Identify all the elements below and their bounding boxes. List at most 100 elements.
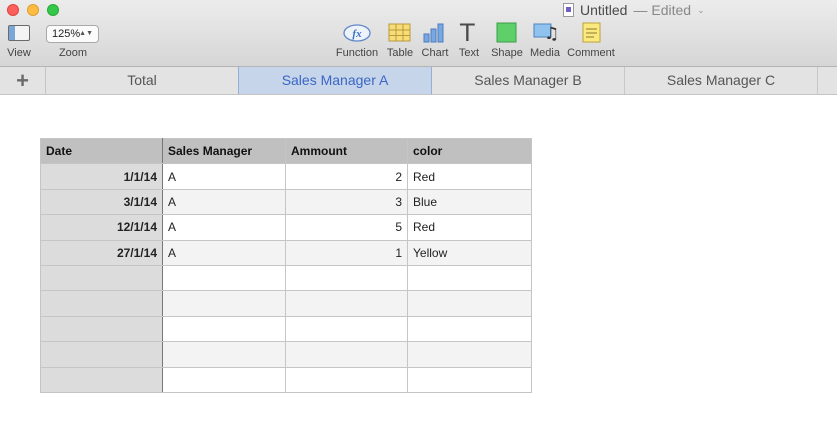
column-header-date[interactable]: Date: [40, 137, 163, 165]
cell-date[interactable]: 27/1/14: [40, 239, 163, 266]
cell-date[interactable]: [40, 290, 163, 317]
shape-label: Shape: [491, 47, 523, 59]
column-header-amount[interactable]: Ammount: [285, 137, 408, 165]
column-header-sales-manager[interactable]: Sales Manager: [162, 137, 286, 165]
cell-date[interactable]: [40, 366, 163, 393]
minimize-window-button[interactable]: [27, 4, 39, 16]
tab-sales-manager-b[interactable]: Sales Manager B: [432, 67, 625, 94]
cell-date[interactable]: 12/1/14: [40, 214, 163, 241]
media-label: Media: [530, 47, 560, 59]
chart-icon: [423, 23, 444, 43]
comment-label: Comment: [567, 47, 615, 59]
cell-sales-manager[interactable]: A: [162, 214, 286, 241]
comment-button[interactable]: [577, 22, 607, 44]
chart-label: Chart: [421, 47, 449, 59]
comment-icon: [582, 22, 601, 43]
table-button[interactable]: [385, 22, 415, 44]
cell-amount[interactable]: [285, 290, 408, 317]
cell-color[interactable]: [407, 341, 532, 368]
cell-color[interactable]: Red: [407, 214, 532, 241]
chevron-down-icon: ⌄: [697, 4, 705, 15]
cell-amount[interactable]: [285, 341, 408, 368]
cell-date[interactable]: [40, 264, 163, 292]
tab-label: Sales Manager B: [474, 72, 582, 88]
table-row: [40, 341, 532, 368]
zoom-select[interactable]: 125% ▲▼: [46, 25, 99, 43]
cell-color[interactable]: [407, 264, 532, 292]
cell-amount[interactable]: [285, 315, 408, 343]
zoom-window-button[interactable]: [47, 4, 59, 16]
cell-amount[interactable]: 1: [285, 239, 408, 266]
cell-sales-manager[interactable]: [162, 366, 286, 393]
view-button[interactable]: [6, 22, 32, 42]
cell-color[interactable]: [407, 366, 532, 393]
cell-date[interactable]: [40, 315, 163, 343]
cell-color[interactable]: [407, 315, 532, 343]
cell-amount[interactable]: 5: [285, 214, 408, 241]
cell-sales-manager[interactable]: [162, 264, 286, 292]
text-label: Text: [458, 47, 480, 59]
cell-sales-manager[interactable]: [162, 315, 286, 343]
tab-total[interactable]: Total: [46, 67, 239, 94]
view-label: View: [7, 47, 31, 59]
tab-sales-manager-a[interactable]: Sales Manager A: [238, 67, 432, 94]
table-row: [40, 366, 532, 393]
chevron-updown-icon: ▲▼: [79, 30, 93, 37]
function-icon: fx: [343, 24, 371, 42]
chart-button[interactable]: [420, 22, 450, 44]
document-name: Untitled: [580, 2, 628, 18]
media-button[interactable]: ♫: [530, 22, 560, 44]
table-row: 3/1/14 A 3 Blue: [40, 188, 532, 216]
title-toolbar: Untitled — Edited ⌄ View 125% ▲▼ Zoom fx…: [0, 0, 837, 67]
sidebar-view-icon: [8, 25, 30, 41]
cell-sales-manager[interactable]: A: [162, 163, 286, 190]
function-icon-text: fx: [352, 28, 362, 40]
cell-sales-manager[interactable]: A: [162, 188, 286, 216]
cell-color[interactable]: [407, 290, 532, 317]
music-note-icon: ♫: [544, 24, 560, 44]
close-window-button[interactable]: [7, 4, 19, 16]
table-row: 27/1/14 A 1 Yellow: [40, 239, 532, 266]
tab-label: Total: [127, 72, 157, 88]
column-header-color[interactable]: color: [407, 137, 532, 165]
tab-label: Sales Manager C: [666, 72, 776, 88]
table-icon: [388, 23, 411, 42]
add-sheet-button[interactable]: +: [0, 67, 46, 94]
sheet-tab-bar: + Total Sales Manager A Sales Manager B …: [0, 67, 837, 95]
document-status: — Edited: [633, 2, 692, 18]
table-header-row: Date Sales Manager Ammount color: [40, 137, 532, 165]
cell-date[interactable]: [40, 341, 163, 368]
cell-date[interactable]: 3/1/14: [40, 188, 163, 216]
text-button[interactable]: T: [455, 19, 485, 47]
shape-button[interactable]: [491, 22, 521, 44]
cell-sales-manager[interactable]: [162, 290, 286, 317]
function-button[interactable]: fx: [342, 22, 372, 44]
shape-icon: [496, 22, 517, 43]
table-row: 1/1/14 A 2 Red: [40, 163, 532, 190]
cell-color[interactable]: Red: [407, 163, 532, 190]
tab-label: Sales Manager A: [281, 72, 389, 88]
sales-table: Date Sales Manager Ammount color 1/1/14 A…: [40, 137, 532, 393]
table-row: [40, 290, 532, 317]
cell-amount[interactable]: [285, 264, 408, 292]
cell-color[interactable]: Blue: [407, 188, 532, 216]
cell-amount[interactable]: 3: [285, 188, 408, 216]
cell-date[interactable]: 1/1/14: [40, 163, 163, 190]
table-row: [40, 264, 532, 292]
numbers-document-icon: [563, 3, 574, 17]
tab-sales-manager-c[interactable]: Sales Manager C: [625, 67, 818, 94]
cell-color[interactable]: Yellow: [407, 239, 532, 266]
plus-icon: +: [16, 67, 29, 93]
document-title[interactable]: Untitled — Edited ⌄: [563, 1, 705, 19]
cell-sales-manager[interactable]: [162, 341, 286, 368]
text-icon: T: [460, 19, 475, 47]
cell-amount[interactable]: 2: [285, 163, 408, 190]
cell-amount[interactable]: [285, 366, 408, 393]
cell-sales-manager[interactable]: A: [162, 239, 286, 266]
zoom-value: 125%: [52, 28, 81, 40]
table-label: Table: [386, 47, 414, 59]
table-row: [40, 315, 532, 343]
table-row: 12/1/14 A 5 Red: [40, 214, 532, 241]
zoom-label: Zoom: [58, 47, 88, 59]
function-label: Function: [335, 47, 379, 59]
